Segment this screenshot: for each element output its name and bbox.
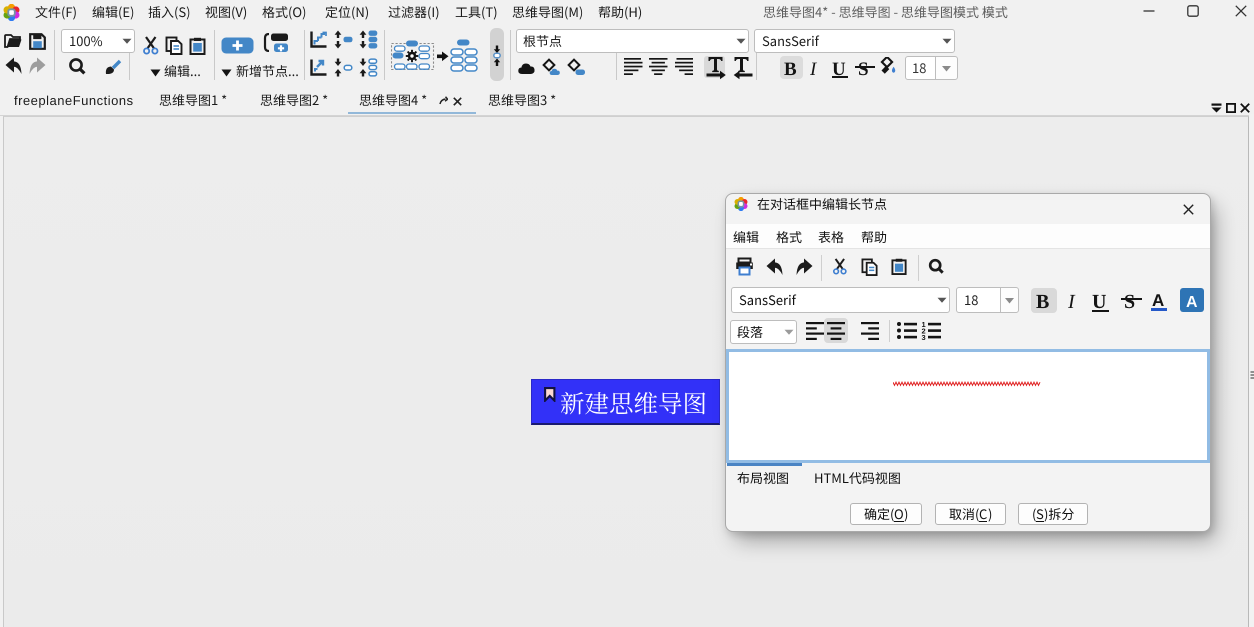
- svg-text:3: 3: [922, 333, 926, 341]
